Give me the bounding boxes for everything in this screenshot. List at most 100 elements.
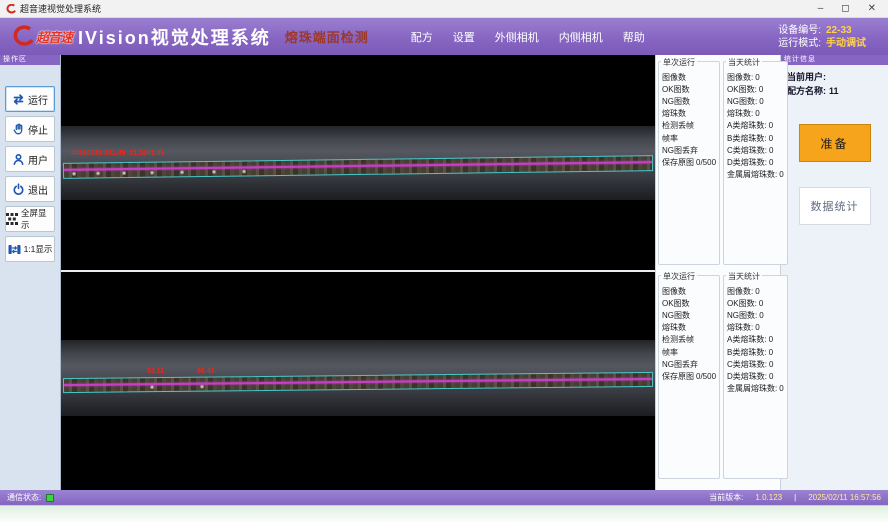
single-run-title: 单次运行 (661, 57, 697, 68)
status-bar: 通信状态: 当前版本: 1.0.123 | 2025/02/11 16:57:5… (0, 490, 888, 505)
bead-marker (212, 170, 216, 174)
single-run-title: 单次运行 (661, 271, 697, 282)
menu-item[interactable]: 内侧相机 (559, 29, 603, 45)
stat-row: B类熔珠数:0 (727, 132, 784, 144)
camera-viewports: 44980539.531.49 31.5341.49 53.11 56.43 (61, 55, 655, 490)
hand-stop-icon (12, 123, 25, 136)
user-button-label: 用户 (28, 152, 48, 167)
stat-row: B类熔珠数:0 (727, 346, 784, 358)
bead-marker (122, 171, 126, 175)
app-window: 超音速视觉处理系统 – ◻ ✕ 超音速 IVision视觉处理系统 熔珠端面检测… (0, 0, 888, 522)
app-logo-icon (6, 4, 16, 14)
one-to-one-icon (8, 243, 21, 256)
sidebar-title: 操作区 (0, 55, 60, 65)
window-title: 超音速视觉处理系统 (20, 2, 101, 15)
menu-item[interactable]: 外侧相机 (495, 29, 539, 45)
outer-camera-stats: 单次运行 图像数OK图数NG图数熔珠数检测丢帧帧率NG图丢弃保存原图0/500 … (658, 61, 778, 265)
bottom-measurement-label: 53.11 (147, 368, 164, 375)
minimize-button[interactable]: – (818, 1, 824, 17)
app-header: 超音速 IVision视觉处理系统 熔珠端面检测 配方设置外侧相机内侧相机帮助 … (0, 18, 888, 55)
statistics-column: 单次运行 图像数OK图数NG图数熔珠数检测丢帧帧率NG图丢弃保存原图0/500 … (655, 55, 780, 490)
brand-logo: 超音速 (10, 25, 72, 49)
stat-row: 保存原图0/500 (662, 156, 716, 168)
data-statistics-button[interactable]: 数据统计 (799, 187, 871, 225)
maximize-button[interactable]: ◻ (841, 1, 849, 17)
stat-row: D类熔珠数:0 (727, 370, 784, 382)
current-user-label: 当前用户: (787, 70, 826, 84)
stat-row: 图像数:0 (727, 71, 784, 83)
brand-swoosh-icon (10, 25, 34, 49)
comm-status-indicator (46, 494, 54, 502)
daily-stats-title: 当天统计 (726, 271, 762, 282)
stat-row: A类熔珠数:0 (727, 334, 784, 346)
recipe-name-value: 11 (829, 84, 839, 98)
stat-row: NG图丢弃 (662, 144, 716, 156)
info-panel: 统计信息 当前用户: 配方名称: 11 准备 数据统计 (780, 55, 888, 490)
single-run-groupbox: 单次运行 图像数OK图数NG图数熔珠数检测丢帧帧率NG图丢弃保存原图0/500 (658, 275, 720, 479)
close-button[interactable]: ✕ (868, 1, 876, 17)
inner-camera-stats: 单次运行 图像数OK图数NG图数熔珠数检测丢帧帧率NG图丢弃保存原图0/500 … (658, 275, 778, 479)
bead-marker (96, 171, 100, 175)
stat-row: NG图数 (662, 309, 716, 321)
stat-row: OK图数 (662, 83, 716, 95)
stat-row: NG图数:0 (727, 95, 784, 107)
single-run-groupbox: 单次运行 图像数OK图数NG图数熔珠数检测丢帧帧率NG图丢弃保存原图0/500 (658, 61, 720, 265)
header-info: 设备编号: 22-33 运行模式: 手动调试 (778, 24, 878, 50)
stat-row: 图像数 (662, 71, 716, 83)
datetime-value: 2025/02/11 16:57:56 (808, 493, 881, 502)
viewport-divider (61, 270, 655, 272)
version-value: 1.0.123 (755, 493, 782, 502)
user-button[interactable]: 用户 (5, 146, 55, 172)
brand-name: 超音速 (36, 27, 72, 46)
device-id-value: 22-33 (826, 24, 874, 37)
run-cycle-icon (12, 93, 25, 106)
daily-stats-groupbox: 当天统计 图像数:0OK图数:0NG图数:0熔珠数:0A类熔珠数:0B类熔珠数:… (723, 275, 788, 479)
stat-row: NG图丢弃 (662, 358, 716, 370)
device-id-label: 设备编号: (778, 24, 821, 37)
top-measurement-annotation: 44980539.531.49 31.5341.49 (71, 150, 164, 157)
fullscreen-button[interactable]: 全屏显示 (5, 206, 55, 232)
one-to-one-button-label: 1:1显示 (24, 243, 53, 255)
stat-row: 帧率 (662, 132, 716, 144)
menu-item[interactable]: 设置 (453, 29, 475, 45)
stat-row: 保存原图0/500 (662, 370, 716, 382)
stat-row: OK图数:0 (727, 83, 784, 95)
run-button[interactable]: 运行 (5, 86, 55, 112)
titlebar: 超音速视觉处理系统 – ◻ ✕ (0, 0, 888, 18)
stop-button[interactable]: 停止 (5, 116, 55, 142)
exit-button[interactable]: 退出 (5, 176, 55, 202)
status-separator: | (794, 493, 796, 502)
stat-row: OK图数 (662, 297, 716, 309)
stat-row: D类熔珠数:0 (727, 156, 784, 168)
bottom-measurement-label: 56.43 (197, 368, 215, 375)
daily-stats-title: 当天统计 (726, 57, 762, 68)
exit-button-label: 退出 (28, 182, 48, 197)
bead-marker (150, 171, 154, 175)
app-title: IVision视觉处理系统 (78, 24, 271, 50)
version-label: 当前版本: (709, 492, 743, 503)
one-to-one-button[interactable]: 1:1显示 (5, 236, 55, 262)
bead-marker (72, 172, 76, 176)
info-panel-title: 统计信息 (781, 55, 888, 65)
fullscreen-grid-icon (6, 213, 18, 225)
stat-row: 帧率 (662, 346, 716, 358)
bottom-strip (0, 505, 888, 522)
stat-row: A类熔珠数:0 (727, 120, 784, 132)
stat-row: C类熔珠数:0 (727, 358, 784, 370)
prepare-button[interactable]: 准备 (799, 124, 871, 162)
stat-row: 图像数 (662, 285, 716, 297)
stat-row: 图像数:0 (727, 285, 784, 297)
run-mode-label: 运行模式: (778, 37, 821, 50)
operation-sidebar: 操作区 运行 停止 用户 退出 全屏显示 (0, 55, 61, 490)
stat-row: NG图数 (662, 95, 716, 107)
menu-item[interactable]: 帮助 (623, 29, 645, 45)
menu-item[interactable]: 配方 (411, 29, 433, 45)
stat-row: 检测丢帧 (662, 120, 716, 132)
top-detection-line (64, 161, 652, 171)
comm-status-label: 通信状态: (7, 492, 41, 503)
user-icon (12, 153, 25, 166)
menu-bar: 配方 设置 外侧相机 内侧相机 帮助 (411, 29, 645, 45)
daily-stats-groupbox: 当天统计 图像数:0OK图数:0NG图数:0熔珠数:0A类熔珠数:0B类熔珠数:… (723, 61, 788, 265)
run-mode-value: 手动调试 (826, 37, 874, 50)
bead-marker (180, 170, 184, 174)
